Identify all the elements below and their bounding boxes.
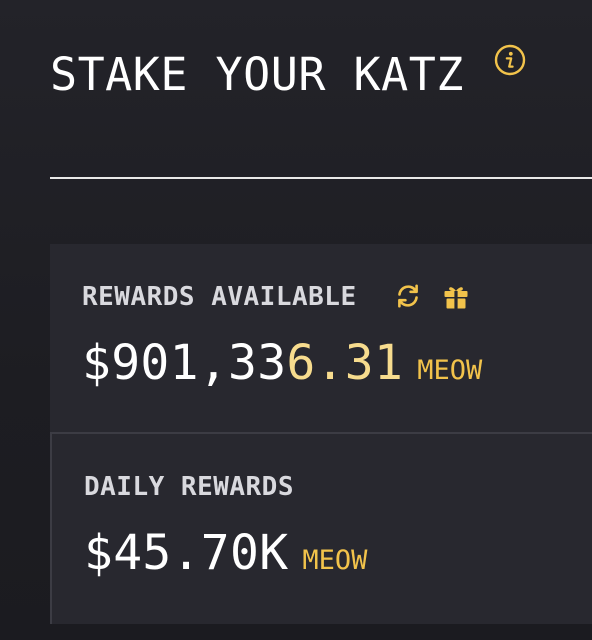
rewards-unit: MEOW	[417, 355, 483, 386]
daily-rewards-card: DAILY REWARDS $45.70K MEOW	[50, 432, 592, 624]
daily-rewards-unit: MEOW	[302, 545, 368, 576]
header-divider	[50, 177, 592, 179]
page-title: STAKE YOUR KATZ	[50, 48, 464, 101]
rewards-available-label: REWARDS AVAILABLE	[82, 282, 357, 312]
rewards-amount-highlight: 6.31	[286, 335, 404, 391]
info-icon[interactable]	[494, 44, 526, 76]
refresh-icon[interactable]	[394, 282, 422, 310]
daily-rewards-label: DAILY REWARDS	[84, 472, 294, 502]
gift-icon[interactable]	[442, 282, 470, 310]
rewards-available-card: REWARDS AVAILABLE $901,336.31 MEOW	[50, 244, 592, 432]
rewards-amount-main: $901,33	[82, 335, 287, 391]
rewards-available-value: $901,336.31 MEOW	[82, 339, 482, 387]
daily-rewards-amount: $45.70K	[84, 525, 289, 581]
rewards-panel: REWARDS AVAILABLE $901,336.31 MEOW DAILY …	[50, 244, 592, 624]
daily-rewards-value: $45.70K MEOW	[84, 529, 367, 577]
